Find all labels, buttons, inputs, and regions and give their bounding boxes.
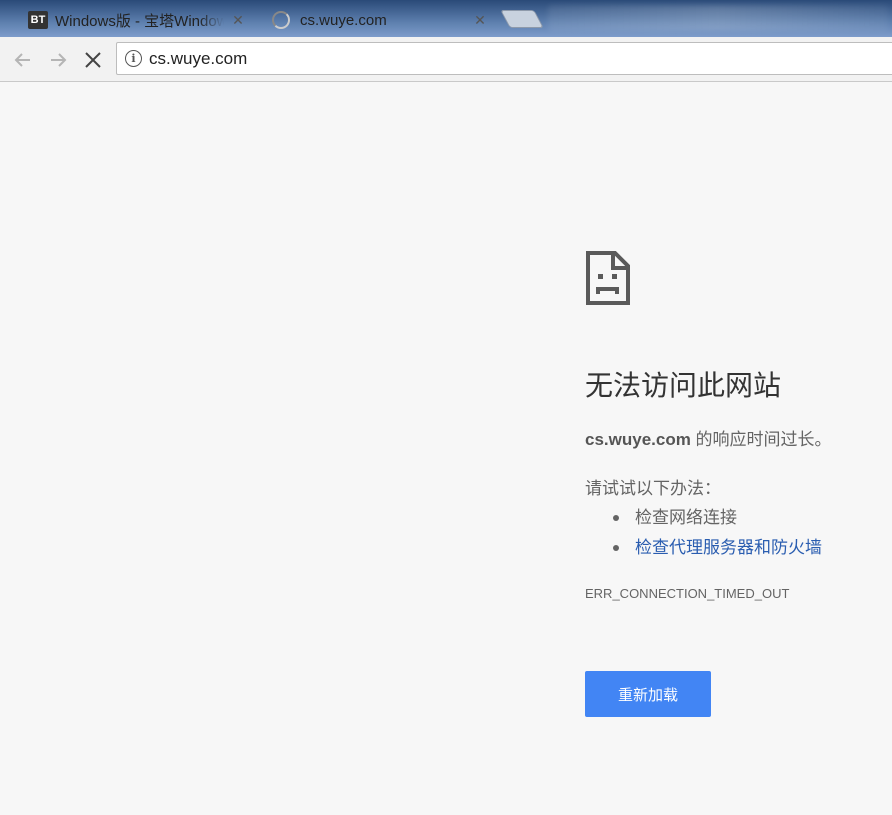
back-arrow-icon [14, 53, 30, 67]
try-label: 请试试以下办法： [585, 479, 721, 498]
reload-button[interactable]: 重新加载 [585, 671, 711, 717]
bullet-icon [613, 545, 619, 551]
suggestion-check-network: 检查网络连接 [613, 503, 822, 533]
tab-close-icon[interactable]: ✕ [472, 12, 488, 28]
sad-page-icon [586, 251, 630, 305]
address-bar[interactable]: i cs.wuye.com [116, 42, 892, 75]
error-headline: 无法访问此网站 [585, 370, 782, 401]
stop-button[interactable] [80, 47, 106, 73]
suggestion-check-proxy-firewall-link[interactable]: 检查代理服务器和防火墙 [613, 533, 822, 563]
tab-title: cs.wuye.com [300, 11, 387, 29]
new-tab-button[interactable] [500, 10, 544, 28]
loading-spinner-icon [272, 11, 290, 29]
forward-arrow-icon [51, 53, 67, 67]
url-text[interactable]: cs.wuye.com [149, 49, 247, 69]
tab-close-icon[interactable]: ✕ [230, 12, 246, 28]
error-detail-suffix: 的响应时间过长。 [690, 430, 832, 449]
error-code: ERR_CONNECTION_TIMED_OUT [585, 586, 790, 601]
error-host: cs.wuye.com [585, 430, 691, 449]
bt-favicon-icon: BT [28, 11, 48, 29]
tab-cs-wuye[interactable]: cs.wuye.com ✕ [258, 3, 500, 37]
info-icon[interactable]: i [125, 50, 142, 67]
suggestion-list: 检查网络连接 检查代理服务器和防火墙 [613, 503, 822, 563]
browser-toolbar: i cs.wuye.com [0, 37, 892, 82]
suggestion-link-text[interactable]: 检查代理服务器和防火墙 [635, 536, 822, 560]
forward-button[interactable] [45, 47, 71, 73]
error-detail: cs.wuye.com 的响应时间过长。 [585, 425, 832, 450]
blurred-taskbar-area [548, 5, 888, 31]
suggestion-text: 检查网络连接 [635, 508, 737, 527]
stop-x-icon [85, 52, 101, 68]
bullet-icon [613, 515, 619, 521]
back-button[interactable] [10, 47, 36, 73]
tab-title: Windows版 - 宝塔Windows面板 [55, 12, 224, 30]
tab-baota[interactable]: BT Windows版 - 宝塔Windows面板 ✕ [14, 3, 258, 37]
tab-strip: BT Windows版 - 宝塔Windows面板 ✕ cs.wuye.com … [0, 0, 892, 37]
